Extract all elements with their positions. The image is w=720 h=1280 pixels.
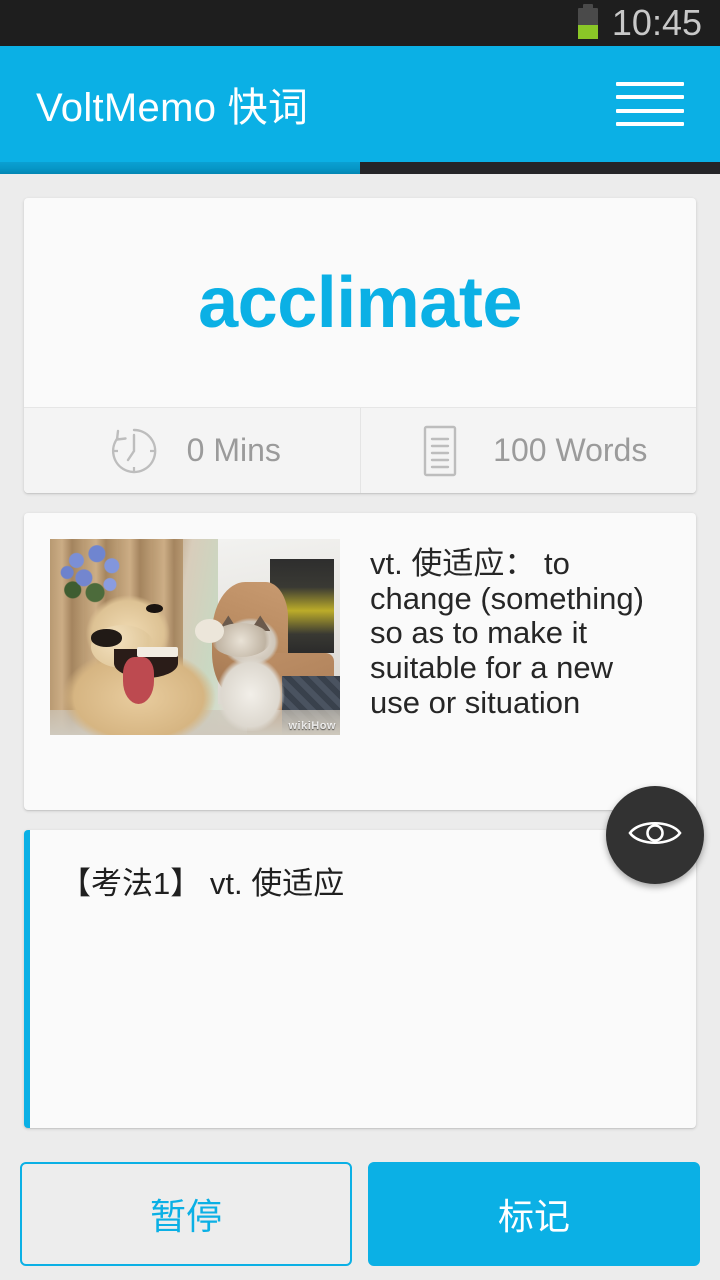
menu-line — [616, 108, 684, 113]
photo-cat-paw — [195, 619, 224, 643]
status-bar-clock: 10:45 — [611, 2, 702, 43]
word-card[interactable]: acclimate 0 Mins 100 Words — [24, 198, 696, 493]
status-bar: 10:45 — [0, 0, 720, 46]
stat-words-label: 100 Words — [493, 432, 648, 468]
word-illustration-photo: wikiHow — [50, 539, 340, 735]
menu-line — [616, 82, 684, 86]
eye-icon — [627, 815, 683, 856]
photo-watermark: wikiHow — [288, 720, 336, 732]
battery-fill — [577, 25, 598, 39]
stat-time-label: 0 Mins — [186, 432, 281, 468]
menu-line — [616, 121, 684, 126]
session-progress-fill — [0, 162, 360, 174]
menu-line — [616, 95, 684, 100]
definition-text: vt. 使适应： to change (something) so as to … — [370, 546, 644, 720]
photo-dog-teeth — [137, 646, 178, 657]
hamburger-menu-icon[interactable] — [616, 78, 684, 130]
session-stats-row: 0 Mins 100 Words — [24, 407, 696, 493]
action-button-row: 暂停 标记 — [0, 1162, 720, 1266]
app-title: VoltMemo 快词 — [36, 86, 309, 130]
stat-time: 0 Mins — [24, 408, 360, 493]
pause-button[interactable]: 暂停 — [20, 1162, 352, 1266]
photo-dog-nose — [90, 629, 123, 647]
app-bar: VoltMemo 快词 — [0, 46, 720, 162]
session-progress-bar — [0, 162, 720, 174]
word-display-area: acclimate — [24, 198, 696, 407]
stat-words: 100 Words — [359, 408, 697, 493]
notes-card[interactable]: 【考法1】 vt. 使适应 — [24, 830, 696, 1128]
document-icon — [409, 420, 471, 482]
clock-icon — [103, 420, 165, 482]
app-root: 10:45 VoltMemo 快词 acclimate 0 Mins 100 W… — [0, 0, 720, 1280]
battery-icon — [577, 3, 598, 39]
mark-button[interactable]: 标记 — [368, 1162, 700, 1266]
current-word: acclimate — [198, 262, 522, 343]
notes-text: 【考法1】 vt. 使适应 — [60, 866, 345, 901]
reveal-answer-button[interactable] — [606, 786, 704, 884]
content-area: acclimate 0 Mins 100 Words wikiHow vt. 使… — [0, 198, 720, 1128]
photo-dog-tongue — [122, 656, 155, 704]
definition-card[interactable]: wikiHow vt. 使适应： to change (something) s… — [24, 513, 696, 810]
